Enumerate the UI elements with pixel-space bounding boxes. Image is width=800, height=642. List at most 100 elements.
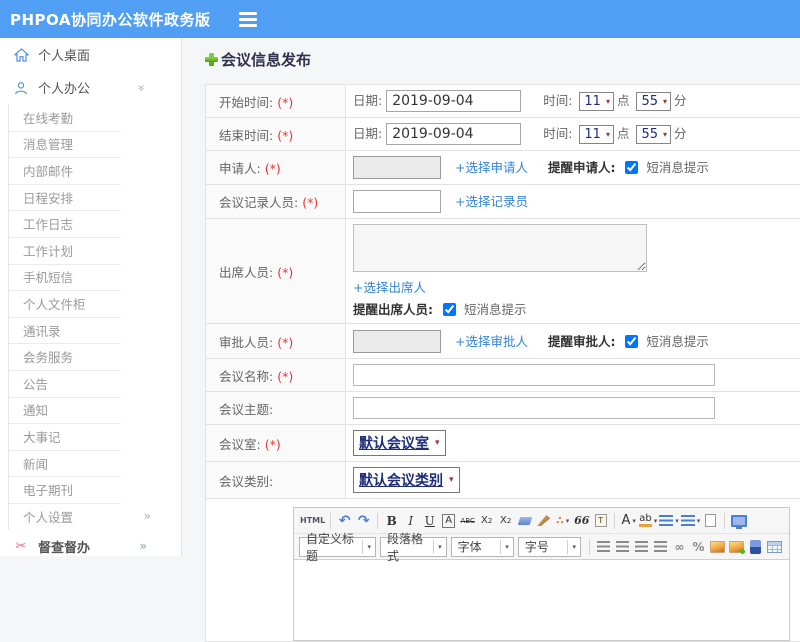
blockquote-button[interactable]: 66	[572, 511, 591, 531]
table-icon	[767, 541, 782, 553]
end-hour-select[interactable]: 11▾	[579, 125, 614, 144]
highlight-color-button[interactable]: ab▾	[638, 511, 658, 531]
chevron-double-down-icon: »	[134, 84, 148, 91]
hamburger-icon	[239, 18, 257, 21]
sidebar-item-work-log[interactable]: 工作日志	[9, 210, 181, 237]
scissors-icon: ✂	[12, 539, 30, 554]
sidebar-item-sms[interactable]: 手机短信	[9, 264, 181, 291]
start-hour-select[interactable]: 11▾	[579, 92, 614, 111]
meeting-name-input[interactable]	[353, 364, 715, 386]
ordered-list-icon	[659, 515, 673, 526]
new-page-button[interactable]	[701, 511, 720, 531]
format-painter-button[interactable]	[534, 511, 553, 531]
attendees-sms-checkbox[interactable]	[443, 303, 456, 316]
meeting-room-select[interactable]: 默认会议室 ▾	[353, 430, 446, 456]
dropdown-arrow-icon: ▾	[449, 475, 454, 485]
select-applicant-link[interactable]: +选择申请人	[455, 160, 528, 175]
insert-link-button[interactable]: ∞	[670, 537, 689, 557]
sidebar-item-notice[interactable]: 通知	[9, 397, 181, 424]
auto-typeset-button[interactable]: ∴▾	[553, 511, 572, 531]
sidebar-item-announcement[interactable]: 公告	[9, 370, 181, 397]
row-meeting-subject: 会议主题:	[206, 392, 800, 425]
sidebar-item-attendance[interactable]: 在线考勤	[9, 104, 181, 131]
start-date-input[interactable]	[386, 90, 521, 112]
select-approver-link[interactable]: +选择审批人	[455, 334, 528, 349]
app-title: PHPOA协同办公软件政务版	[10, 9, 211, 30]
office-submenu: 在线考勤 消息管理 内部邮件 日程安排 工作日志 工作计划 手机短信 个人文件柜…	[8, 104, 181, 530]
meeting-subject-input[interactable]	[353, 397, 715, 419]
font-color-button[interactable]: A▾	[619, 511, 638, 531]
recorder-input[interactable]	[353, 190, 441, 213]
undo-icon[interactable]: ↶	[335, 511, 354, 531]
sidebar-item-e-journal[interactable]: 电子期刊	[9, 476, 181, 503]
page-icon	[705, 514, 716, 527]
select-attendees-link[interactable]: +选择出席人	[353, 280, 426, 295]
upload-image-button[interactable]	[727, 537, 746, 557]
font-family-combo[interactable]: 字体▾	[451, 537, 514, 557]
align-left-button[interactable]	[594, 537, 613, 557]
row-applicant: 申请人:(*) +选择申请人 提醒申请人: 短消息提示	[206, 151, 800, 185]
end-minute-select[interactable]: 55▾	[636, 125, 671, 144]
font-size-combo[interactable]: 字号▾	[518, 537, 581, 557]
clipboard-icon	[595, 514, 607, 527]
align-right-button[interactable]	[632, 537, 651, 557]
row-approver: 审批人员:(*) +选择审批人 提醒审批人: 短消息提示	[206, 324, 800, 359]
html-source-button[interactable]: HTML	[299, 511, 326, 531]
redo-icon[interactable]: ↷	[354, 511, 373, 531]
approver-input[interactable]	[353, 330, 441, 353]
insert-image-button[interactable]	[708, 537, 727, 557]
align-center-button[interactable]	[613, 537, 632, 557]
align-left-icon	[597, 541, 610, 552]
row-meeting-room: 会议室:(*) 默认会议室 ▾	[206, 425, 800, 462]
hamburger-menu-button[interactable]	[239, 11, 261, 27]
bold-button[interactable]: B	[382, 511, 401, 531]
superscript-button[interactable]: X2	[477, 511, 496, 531]
sidebar-item-personal-settings[interactable]: 个人设置 »	[9, 503, 181, 530]
applicant-input[interactable]	[353, 156, 441, 179]
select-recorder-link[interactable]: +选择记录员	[455, 194, 528, 209]
brush-icon	[537, 515, 550, 526]
remove-link-button[interactable]: %	[689, 537, 708, 557]
editor-content-area[interactable]	[294, 560, 789, 640]
sidebar-item-schedule[interactable]: 日程安排	[9, 184, 181, 211]
paste-text-button[interactable]	[591, 511, 610, 531]
sidebar-item-file-cabinet[interactable]: 个人文件柜	[9, 290, 181, 317]
start-minute-select[interactable]: 55▾	[636, 92, 671, 111]
font-style-button[interactable]: A	[442, 514, 455, 528]
chevron-right-icon: »	[144, 509, 151, 523]
meeting-category-select[interactable]: 默认会议类别 ▾	[353, 467, 460, 493]
attendees-textarea[interactable]	[353, 224, 647, 272]
row-start-time: 开始时间:(*) 日期: 时间: 11▾点 55▾分	[206, 85, 800, 118]
subscript-button[interactable]: X2	[496, 511, 515, 531]
row-end-time: 结束时间:(*) 日期: 时间: 11▾点 55▾分	[206, 118, 800, 151]
italic-button[interactable]: I	[401, 511, 420, 531]
sidebar-item-events[interactable]: 大事记	[9, 423, 181, 450]
sidebar-item-news[interactable]: 新闻	[9, 450, 181, 477]
underline-button[interactable]: U	[420, 511, 439, 531]
dropdown-arrow-icon: ▾	[632, 517, 636, 525]
sidebar-item-internal-mail[interactable]: 内部邮件	[9, 157, 181, 184]
sidebar-item-supervision[interactable]: ✂ 督查督办 »	[0, 530, 181, 563]
applicant-sms-checkbox[interactable]	[625, 161, 638, 174]
eraser-button[interactable]	[515, 511, 534, 531]
strikethrough-button[interactable]: ABC	[458, 511, 477, 531]
dropdown-arrow-icon: ▾	[566, 517, 570, 525]
sidebar-item-work-plan[interactable]: 工作计划	[9, 237, 181, 264]
end-date-input[interactable]	[386, 123, 521, 145]
sidebar-item-meeting-service[interactable]: 会务服务	[9, 343, 181, 370]
ordered-list-button[interactable]: ▾	[658, 511, 680, 531]
align-justify-icon	[654, 541, 667, 552]
align-justify-button[interactable]	[651, 537, 670, 557]
sidebar-item-office[interactable]: 个人办公 »	[0, 71, 181, 104]
approver-sms-checkbox[interactable]	[625, 335, 638, 348]
insert-table-button[interactable]	[765, 537, 784, 557]
fullscreen-button[interactable]	[729, 511, 748, 531]
unordered-list-button[interactable]: ▾	[680, 511, 702, 531]
page-title: 会议信息发布	[205, 49, 311, 70]
paragraph-format-combo[interactable]: 段落格式▾	[380, 537, 447, 557]
custom-title-combo[interactable]: 自定义标题▾	[299, 537, 376, 557]
sidebar-item-contacts[interactable]: 通讯录	[9, 317, 181, 344]
insert-video-button[interactable]	[746, 537, 765, 557]
sidebar-item-desktop[interactable]: 个人桌面	[0, 38, 181, 71]
sidebar-item-messages[interactable]: 消息管理	[9, 131, 181, 158]
